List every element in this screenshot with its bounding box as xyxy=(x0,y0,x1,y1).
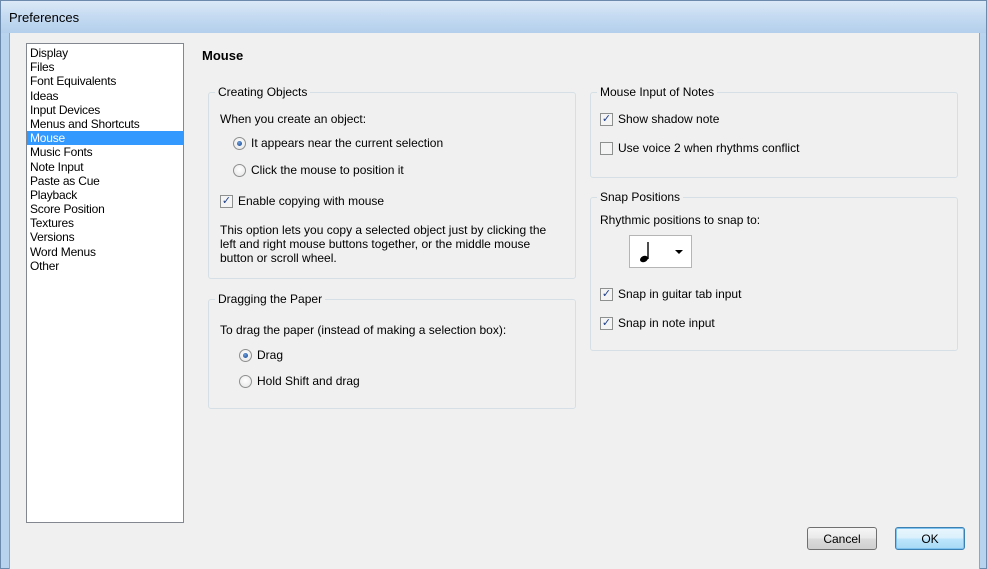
radio-hold-shift-drag-label: Hold Shift and drag xyxy=(257,374,360,388)
checkbox-enable-copying-label: Enable copying with mouse xyxy=(238,194,385,208)
copying-description: This option lets you copy a selected obj… xyxy=(220,223,547,265)
ok-button[interactable]: OK xyxy=(895,527,965,550)
page-title: Mouse xyxy=(202,48,244,63)
radio-drag[interactable]: Drag xyxy=(239,348,283,362)
category-item-menus-and-shortcuts[interactable]: Menus and Shortcuts xyxy=(27,117,183,131)
radio-appears-near-selection-label: It appears near the current selection xyxy=(251,136,444,150)
checkbox-snap-note-input-label: Snap in note input xyxy=(618,316,715,330)
radio-click-to-position[interactable]: Click the mouse to position it xyxy=(233,163,404,177)
snap-positions-prompt: Rhythmic positions to snap to: xyxy=(600,213,761,227)
category-item-ideas[interactable]: Ideas xyxy=(27,89,183,103)
checkbox-box-checked[interactable] xyxy=(220,194,233,208)
checkbox-box-checked[interactable] xyxy=(600,287,613,301)
category-item-paste-as-cue[interactable]: Paste as Cue xyxy=(27,174,183,188)
checkbox-snap-guitar-tab[interactable]: Snap in guitar tab input xyxy=(600,287,741,301)
checkbox-box[interactable] xyxy=(600,141,613,155)
checkbox-use-voice-2-label: Use voice 2 when rhythms conflict xyxy=(618,141,800,155)
mouse-input-notes-legend: Mouse Input of Notes xyxy=(597,85,718,99)
creating-objects-prompt: When you create an object: xyxy=(220,112,367,126)
radio-hold-shift-drag[interactable]: Hold Shift and drag xyxy=(239,374,360,388)
category-item-files[interactable]: Files xyxy=(27,60,183,74)
checkbox-show-shadow-note[interactable]: Show shadow note xyxy=(600,112,719,126)
window-title: Preferences xyxy=(9,10,80,25)
checkbox-box-checked[interactable] xyxy=(600,112,613,126)
quarter-note-icon xyxy=(639,242,649,263)
category-item-font-equivalents[interactable]: Font Equivalents xyxy=(27,74,183,88)
category-list[interactable]: Display Files Font Equivalents Ideas Inp… xyxy=(26,43,184,523)
checkbox-use-voice-2[interactable]: Use voice 2 when rhythms conflict xyxy=(600,141,799,155)
dragging-paper-prompt: To drag the paper (instead of making a s… xyxy=(220,323,507,337)
checkbox-box-checked[interactable] xyxy=(600,316,613,330)
category-item-word-menus[interactable]: Word Menus xyxy=(27,245,183,259)
creating-objects-legend: Creating Objects xyxy=(215,85,311,99)
mouse-input-notes-group: Mouse Input of Notes xyxy=(590,85,958,178)
dragging-paper-legend: Dragging the Paper xyxy=(215,292,326,306)
category-item-display[interactable]: Display xyxy=(27,46,183,60)
radio-button[interactable] xyxy=(239,374,252,388)
checkbox-snap-guitar-tab-label: Snap in guitar tab input xyxy=(618,287,742,301)
chevron-down-icon[interactable] xyxy=(675,250,683,254)
dialog-body: Display Files Font Equivalents Ideas Inp… xyxy=(9,33,980,569)
category-item-input-devices[interactable]: Input Devices xyxy=(27,103,183,117)
category-item-playback[interactable]: Playback xyxy=(27,188,183,202)
radio-button-checked[interactable] xyxy=(233,136,246,150)
radio-drag-label: Drag xyxy=(257,348,284,362)
preferences-window: Preferences Display Files Font Equivalen… xyxy=(0,0,987,569)
checkbox-show-shadow-note-label: Show shadow note xyxy=(618,112,720,126)
category-item-note-input[interactable]: Note Input xyxy=(27,160,183,174)
title-bar[interactable]: Preferences xyxy=(1,1,986,33)
radio-button[interactable] xyxy=(233,163,246,177)
checkbox-snap-note-input[interactable]: Snap in note input xyxy=(600,316,715,330)
checkbox-enable-copying[interactable]: Enable copying with mouse xyxy=(220,194,384,208)
snap-positions-legend: Snap Positions xyxy=(597,190,684,204)
cancel-button[interactable]: Cancel xyxy=(807,527,877,550)
snap-note-value-dropdown[interactable] xyxy=(629,235,692,268)
category-item-music-fonts[interactable]: Music Fonts xyxy=(27,145,183,159)
category-item-score-position[interactable]: Score Position xyxy=(27,202,183,216)
category-item-other[interactable]: Other xyxy=(27,259,183,273)
category-item-versions[interactable]: Versions xyxy=(27,230,183,244)
radio-appears-near-selection[interactable]: It appears near the current selection xyxy=(233,136,443,150)
radio-click-to-position-label: Click the mouse to position it xyxy=(251,163,404,177)
category-item-textures[interactable]: Textures xyxy=(27,216,183,230)
category-item-mouse[interactable]: Mouse xyxy=(27,131,183,146)
radio-button-checked[interactable] xyxy=(239,348,252,362)
